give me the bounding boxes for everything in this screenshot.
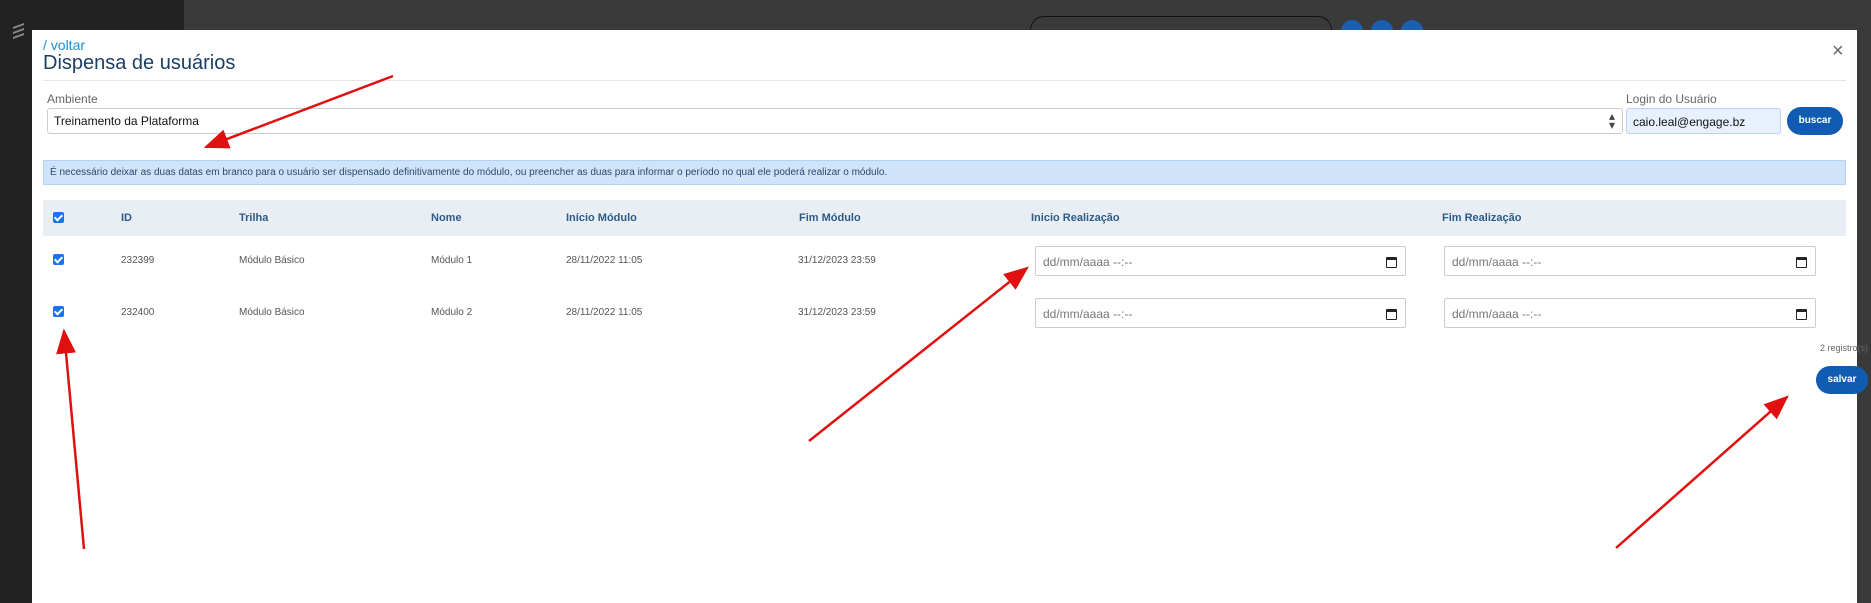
annotation-arrows: [56, 74, 1789, 550]
arrow-to-date-input: [808, 266, 1029, 442]
arrow-to-save-button: [1615, 395, 1789, 549]
arrow-to-checkbox: [56, 328, 86, 550]
arrow-to-alert: [203, 74, 394, 149]
